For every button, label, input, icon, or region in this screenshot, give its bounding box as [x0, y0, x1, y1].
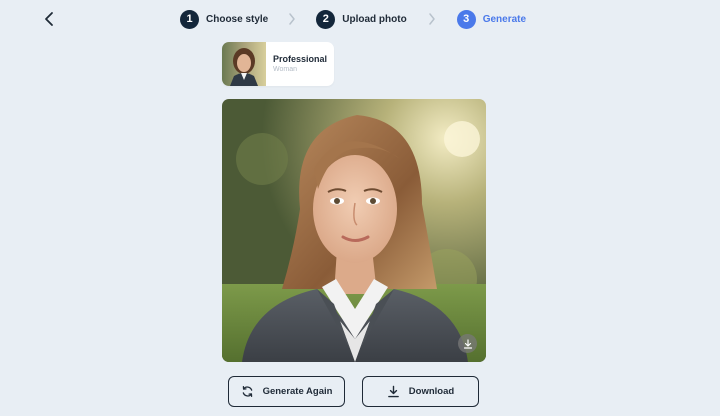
step-separator — [268, 12, 316, 26]
selected-style-card: Professional Woman — [222, 42, 334, 86]
style-title: Professional — [273, 54, 328, 64]
step-upload-photo[interactable]: 2 Upload photo — [316, 9, 407, 29]
download-icon — [463, 338, 472, 349]
chevron-right-icon — [289, 13, 295, 25]
download-icon — [387, 385, 400, 398]
step-generate[interactable]: 3 Generate — [456, 9, 527, 29]
download-button[interactable]: Download — [362, 376, 479, 407]
step-number: 2 — [316, 9, 336, 29]
stepper: 1 Choose style 2 Upload photo 3 Generate — [180, 8, 526, 30]
step-number: 1 — [180, 9, 199, 29]
step-number: 3 — [456, 9, 476, 29]
back-button[interactable] — [38, 8, 60, 30]
chevron-right-icon — [428, 13, 435, 25]
refresh-icon — [241, 385, 254, 398]
step-label: Choose style — [206, 13, 269, 25]
step-label: Generate — [482, 13, 527, 25]
chevron-left-icon — [45, 12, 53, 26]
style-thumbnail — [222, 42, 266, 86]
style-subtitle: Woman — [273, 66, 297, 73]
generated-portrait — [222, 99, 486, 362]
step-separator — [407, 12, 457, 26]
image-download-button[interactable] — [458, 334, 477, 353]
step-label: Upload photo — [342, 13, 407, 25]
step-choose-style[interactable]: 1 Choose style — [180, 9, 269, 29]
download-label: Download — [408, 386, 455, 397]
generate-again-button[interactable]: Generate Again — [228, 376, 345, 407]
generate-again-label: Generate Again — [262, 386, 333, 397]
